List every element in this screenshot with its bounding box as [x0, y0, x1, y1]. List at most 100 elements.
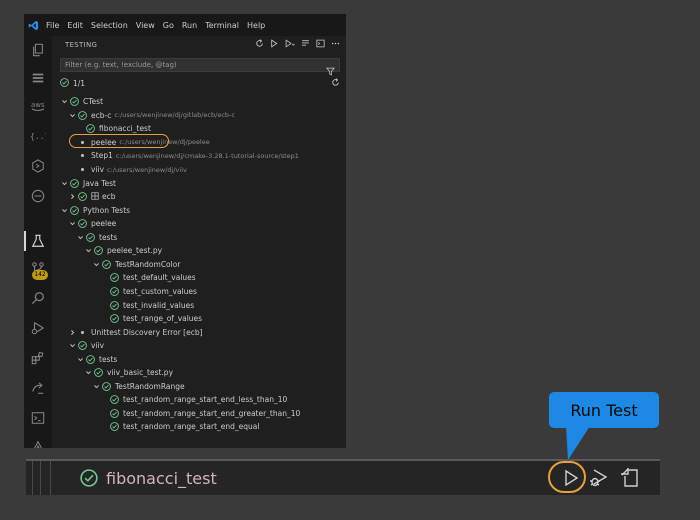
menu-selection[interactable]: Selection [87, 21, 132, 30]
test-item-path: c:/users/wenjinew/dj/viiv [107, 165, 187, 174]
refresh-tests-icon[interactable] [255, 39, 264, 50]
test-tree-item[interactable]: TestRandomColor [52, 258, 346, 272]
menu-bar: File Edit Selection View Go Run Terminal… [24, 14, 346, 36]
test-tree-item[interactable]: Step1 c:/users/wenjinew/dj/cmake-3.28.1-t… [52, 149, 346, 163]
chart-icon[interactable] [28, 436, 48, 448]
chevron-down-icon[interactable] [60, 207, 69, 214]
debug-all-tests-icon[interactable] [285, 39, 295, 50]
pass-icon [77, 219, 88, 229]
menu-file[interactable]: File [42, 21, 63, 30]
test-tree-item[interactable]: test_custom_values [52, 285, 346, 299]
test-item-label: Java Test [83, 178, 116, 188]
panel-header: TESTING [52, 36, 346, 54]
chevron-down-icon[interactable] [60, 180, 69, 187]
test-tree-item[interactable]: test_range_of_values [52, 312, 346, 326]
remote-icon[interactable] [28, 186, 48, 206]
test-tree-item[interactable]: test_invalid_values [52, 298, 346, 312]
test-tree-item[interactable]: Unittest Discovery Error [ecb] [52, 325, 346, 339]
chevron-down-icon[interactable] [92, 261, 101, 268]
svg-text:aws: aws [31, 101, 45, 109]
terminal-icon[interactable] [28, 408, 48, 428]
test-filter-input[interactable] [61, 61, 319, 69]
panel-title: TESTING [65, 41, 98, 49]
test-tree-item[interactable]: viiv c:/users/wenjinew/dj/viiv [52, 163, 346, 177]
chevron-down-icon[interactable] [68, 342, 77, 349]
test-tree-item[interactable]: test_random_range_start_end_equal [52, 420, 346, 434]
go-to-test-button[interactable] [620, 467, 642, 489]
run-test-button[interactable] [560, 467, 582, 489]
pass-icon [77, 110, 88, 120]
test-item-label: test_random_range_start_end_equal [123, 422, 260, 432]
test-tree-item[interactable]: test_random_range_start_end_greater_than… [52, 407, 346, 421]
brackets-icon[interactable]: {..} [28, 126, 48, 146]
test-tree-item[interactable]: peelee_test.py [52, 244, 346, 258]
show-output-icon[interactable] [301, 39, 310, 50]
test-item-label: peelee [91, 137, 117, 147]
test-item-label: peelee_test.py [107, 246, 163, 256]
pass-icon [69, 178, 80, 188]
menu-terminal[interactable]: Terminal [201, 21, 243, 30]
unrun-dot-icon [77, 330, 88, 334]
test-item-label: test_invalid_values [123, 300, 195, 310]
aws-icon[interactable]: aws [28, 96, 48, 116]
test-tree-item[interactable]: viiv [52, 339, 346, 353]
test-item-label: test_random_range_start_end_greater_than… [123, 408, 301, 418]
debug-test-button[interactable] [588, 467, 610, 489]
menu-view[interactable]: View [132, 21, 159, 30]
git-icon[interactable] [28, 378, 48, 398]
explorer-icon[interactable] [28, 40, 48, 60]
test-tree-item[interactable]: ecb [52, 190, 346, 204]
indent-guide [50, 461, 51, 495]
chevron-down-icon[interactable] [76, 234, 85, 241]
test-tree-item[interactable]: TestRandomRange [52, 380, 346, 394]
test-tree-item[interactable]: viiv_basic_test.py [52, 366, 346, 380]
pass-icon [60, 77, 69, 89]
test-tree-item[interactable]: tests [52, 352, 346, 366]
test-tree-item[interactable]: Python Tests [52, 203, 346, 217]
hexagon-icon[interactable] [28, 156, 48, 176]
run-test-callout: Run Test [549, 392, 659, 428]
menu-help[interactable]: Help [243, 21, 269, 30]
test-tree-item[interactable]: test_random_range_start_end_less_than_10 [52, 393, 346, 407]
stack-icon[interactable] [28, 68, 48, 88]
test-tree-item[interactable]: peelee c:/users/wenjinew/dj/peelee [52, 136, 346, 150]
chevron-down-icon[interactable] [92, 383, 101, 390]
test-tree-item[interactable]: fibonacci_test [52, 122, 346, 136]
chevron-down-icon[interactable] [68, 220, 77, 227]
more-actions-icon[interactable] [331, 39, 340, 50]
menu-go[interactable]: Go [159, 21, 178, 30]
test-tree-item[interactable]: test_default_values [52, 271, 346, 285]
terminal-output-icon[interactable] [316, 39, 325, 50]
chevron-down-icon[interactable] [84, 369, 93, 376]
pass-icon [109, 287, 120, 296]
indent-guide [32, 461, 33, 495]
test-tree-item[interactable]: CTest [52, 95, 346, 109]
menu-run[interactable]: Run [178, 21, 201, 30]
test-tree-item[interactable]: ecb-c c:/users/wenjinew/dj/gitlab/ecb/ecb… [52, 109, 346, 123]
menu-edit[interactable]: Edit [63, 21, 87, 30]
package-icon [91, 191, 99, 202]
run-debug-icon[interactable] [28, 318, 48, 338]
test-item-label: ecb [102, 192, 116, 202]
rerun-icon[interactable] [331, 78, 340, 89]
test-tree-item[interactable]: tests [52, 231, 346, 245]
test-tree-item[interactable]: Java Test [52, 176, 346, 190]
extensions-icon[interactable] [28, 348, 48, 368]
unrun-dot-icon [77, 168, 88, 171]
zoomed-test-label[interactable]: fibonacci_test [106, 469, 217, 488]
test-item-label: test_random_range_start_end_less_than_10 [123, 395, 288, 405]
pass-icon [109, 314, 120, 323]
chevron-right-icon[interactable] [68, 193, 77, 200]
testing-icon[interactable] [24, 231, 48, 251]
test-tree-item[interactable]: peelee [52, 217, 346, 231]
test-item-label: CTest [83, 97, 104, 107]
chevron-down-icon[interactable] [76, 356, 85, 363]
chevron-down-icon[interactable] [68, 112, 77, 119]
chevron-down-icon[interactable] [60, 98, 69, 105]
chevron-right-icon[interactable] [68, 329, 77, 336]
chevron-down-icon[interactable] [84, 247, 93, 254]
run-all-tests-icon[interactable] [270, 39, 279, 50]
test-filter-field[interactable] [60, 58, 340, 76]
search-icon[interactable] [28, 288, 48, 308]
callout-pointer [566, 426, 590, 460]
